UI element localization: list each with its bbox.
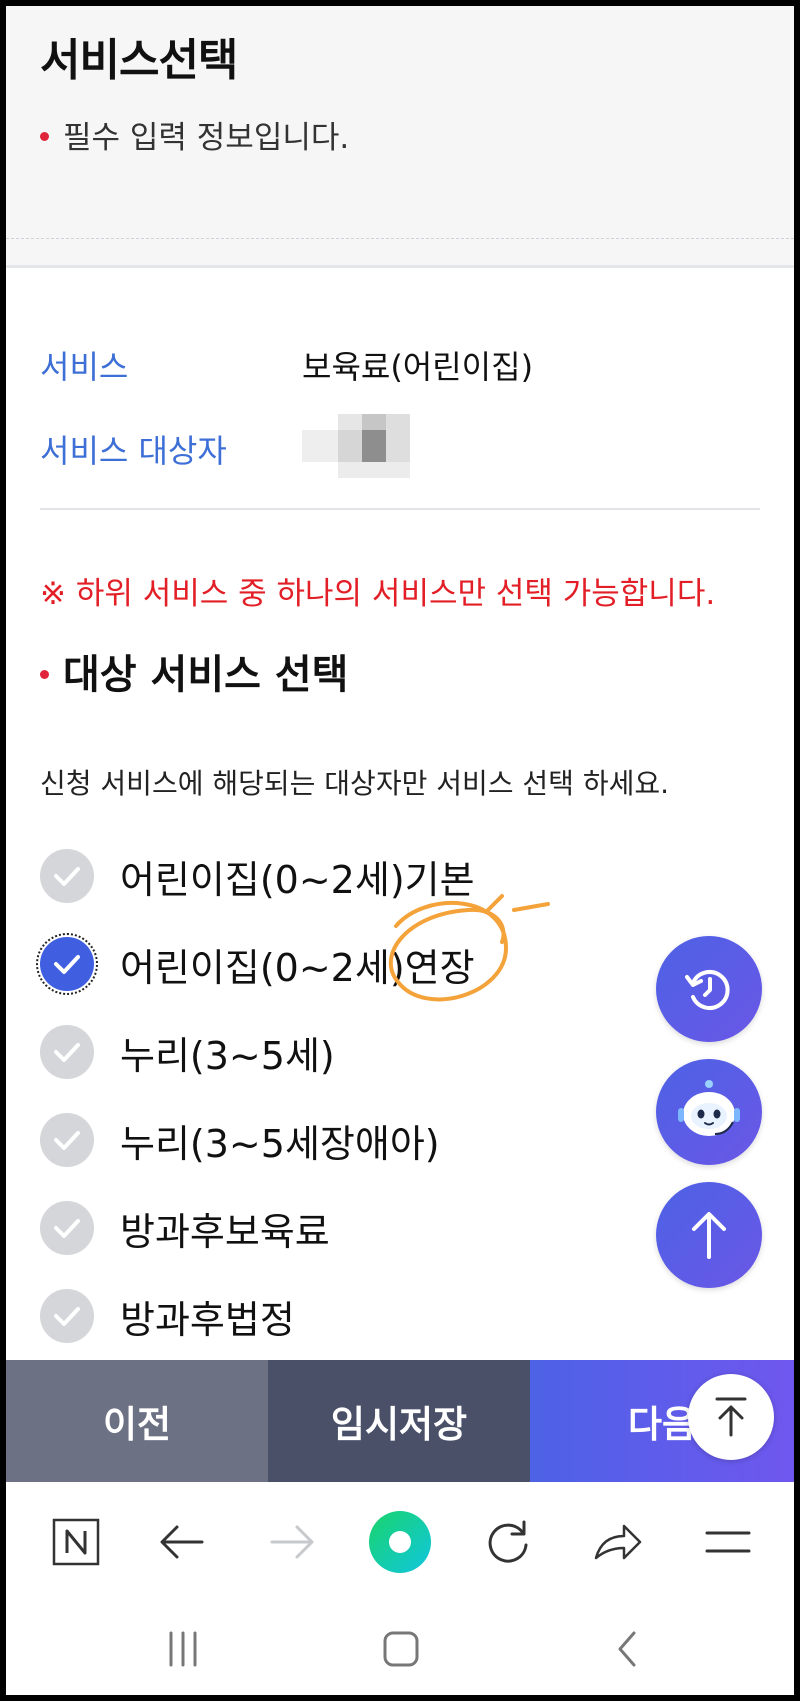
option-label: 방과후보육료 — [120, 1209, 330, 1254]
page-header: 서비스선택 필수 입력 정보입니다. — [6, 6, 794, 239]
checkbox-icon[interactable] — [40, 849, 94, 903]
annotation-circle-icon — [388, 894, 550, 1002]
checkbox-icon[interactable] — [40, 1113, 94, 1167]
info-divider — [40, 508, 760, 510]
app-screen: 서비스선택 필수 입력 정보입니다. 서비스 보육료(어린이집) 서비스 대상자… — [6, 6, 794, 1695]
chatbot-button[interactable] — [656, 1059, 762, 1165]
section-title: 대상 서비스 선택 — [40, 642, 348, 700]
home-icon[interactable] — [376, 1624, 426, 1674]
section-title-text: 대상 서비스 선택 — [63, 652, 349, 698]
required-dot-icon — [40, 669, 49, 679]
service-value: 보육료(어린이집) — [302, 348, 534, 386]
history-button[interactable] — [656, 936, 762, 1042]
option-afterschool-fee[interactable]: 방과후보육료 — [40, 1198, 330, 1258]
reload-icon[interactable] — [476, 1510, 540, 1574]
history-icon — [685, 970, 730, 1010]
option-nuri[interactable]: 누리(3~5세) — [40, 1022, 335, 1082]
option-nuri-disabled[interactable]: 누리(3~5세장애아) — [40, 1110, 440, 1170]
menu-icon[interactable] — [696, 1510, 760, 1574]
option-label: 방과후법정 — [120, 1297, 295, 1342]
browser-nav-bar — [6, 1482, 794, 1602]
action-button-bar: 이전 임시저장 다음 — [6, 1360, 794, 1482]
system-back-icon[interactable] — [602, 1624, 652, 1674]
required-note-text: 필수 입력 정보입니다. — [63, 120, 350, 156]
selection-description: 신청 서비스에 해당되는 대상자만 서비스 선택 하세요. — [40, 767, 670, 800]
service-label: 서비스 — [40, 348, 129, 386]
required-dot-icon — [40, 132, 49, 141]
service-target-label: 서비스 대상자 — [40, 432, 227, 470]
forward-arrow-icon[interactable] — [260, 1510, 324, 1574]
green-dot-icon[interactable] — [368, 1510, 432, 1574]
checkbox-icon[interactable] — [40, 1201, 94, 1255]
recent-apps-icon[interactable] — [158, 1624, 208, 1674]
naver-home-icon[interactable] — [44, 1510, 108, 1574]
checkbox-icon[interactable] — [40, 1289, 94, 1343]
required-note: 필수 입력 정보입니다. — [40, 112, 349, 157]
option-afterschool-legal[interactable]: 방과후법정 — [40, 1286, 295, 1346]
back-arrow-icon[interactable] — [150, 1510, 214, 1574]
selection-notice: ※ 하위 서비스 중 하나의 서비스만 선택 가능합니다. — [40, 576, 716, 612]
scroll-up-icon — [692, 1212, 726, 1259]
system-nav-bar — [6, 1602, 794, 1695]
page-title: 서비스선택 — [40, 35, 238, 86]
checkbox-checked-icon[interactable] — [36, 933, 98, 995]
back-to-top-icon — [715, 1397, 747, 1437]
header-separator — [6, 239, 794, 268]
share-icon[interactable] — [586, 1510, 650, 1574]
chatbot-icon — [678, 1080, 740, 1136]
option-label: 누리(3~5세) — [120, 1033, 335, 1078]
checkbox-icon[interactable] — [40, 1025, 94, 1079]
prev-button[interactable]: 이전 — [6, 1360, 268, 1482]
temp-save-button[interactable]: 임시저장 — [268, 1360, 530, 1482]
option-label: 누리(3~5세장애아) — [120, 1121, 440, 1166]
scroll-up-button[interactable] — [656, 1182, 762, 1288]
back-to-top-button[interactable] — [688, 1374, 774, 1460]
blurred-target-name — [302, 414, 410, 478]
